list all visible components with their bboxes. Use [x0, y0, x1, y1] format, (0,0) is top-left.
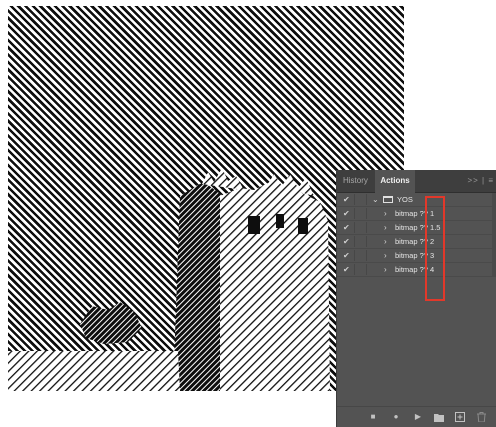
actions-panel: History Actions >> | ≡ ✔ ⌄ YOS ✔ › bitma… [337, 170, 496, 427]
row-edge [492, 263, 496, 276]
folder-icon [383, 196, 393, 203]
row-edge [492, 235, 496, 248]
row-edge [492, 207, 496, 220]
chevron-right-icon[interactable]: › [384, 235, 387, 248]
trash-icon[interactable] [475, 411, 487, 423]
action-set-label: YOS [397, 195, 413, 204]
action-row[interactable]: ✔ › bitmap ?? 3 [337, 249, 496, 263]
stop-icon[interactable]: ■ [367, 411, 379, 423]
check-icon[interactable]: ✔ [343, 208, 350, 220]
chevron-down-icon[interactable]: ⌄ [372, 193, 379, 206]
action-row[interactable]: ✔ › bitmap ?? 2 [337, 235, 496, 249]
actions-toolbar: ■ ● ▶ [337, 406, 496, 427]
dialog-toggle[interactable] [354, 222, 367, 233]
row-edge [492, 249, 496, 262]
chevron-right-icon[interactable]: › [384, 221, 387, 234]
new-set-icon[interactable] [433, 411, 445, 423]
check-icon[interactable]: ✔ [343, 264, 350, 276]
panel-tab-bar: History Actions >> | ≡ [337, 170, 496, 193]
chevron-right-icon[interactable]: › [384, 263, 387, 276]
row-edge [492, 193, 496, 206]
check-icon[interactable]: ✔ [343, 222, 350, 234]
dialog-toggle[interactable] [354, 250, 367, 261]
dialog-toggle[interactable] [354, 194, 367, 205]
check-icon[interactable]: ✔ [343, 194, 350, 206]
check-icon[interactable]: ✔ [343, 236, 350, 248]
check-icon[interactable]: ✔ [343, 250, 350, 262]
record-icon[interactable]: ● [390, 411, 402, 423]
action-row[interactable]: ✔ › bitmap ?? 1.5 [337, 221, 496, 235]
tab-history[interactable]: History [343, 170, 368, 192]
new-action-icon[interactable] [454, 411, 466, 423]
dialog-toggle[interactable] [354, 208, 367, 219]
chevron-right-icon[interactable]: › [384, 249, 387, 262]
tab-actions[interactable]: Actions [375, 170, 415, 193]
action-set-row[interactable]: ✔ ⌄ YOS [337, 193, 496, 207]
dialog-toggle[interactable] [354, 236, 367, 247]
action-row[interactable]: ✔ › bitmap ?? 4 [337, 263, 496, 277]
dialog-toggle[interactable] [354, 264, 367, 275]
chevron-right-icon[interactable]: › [384, 207, 387, 220]
panel-menu-icon[interactable]: >> | ≡ [467, 170, 494, 192]
action-row[interactable]: ✔ › bitmap ?? 1 [337, 207, 496, 221]
highlight-rectangle [425, 196, 445, 301]
play-icon[interactable]: ▶ [412, 411, 424, 423]
row-edge [492, 221, 496, 234]
